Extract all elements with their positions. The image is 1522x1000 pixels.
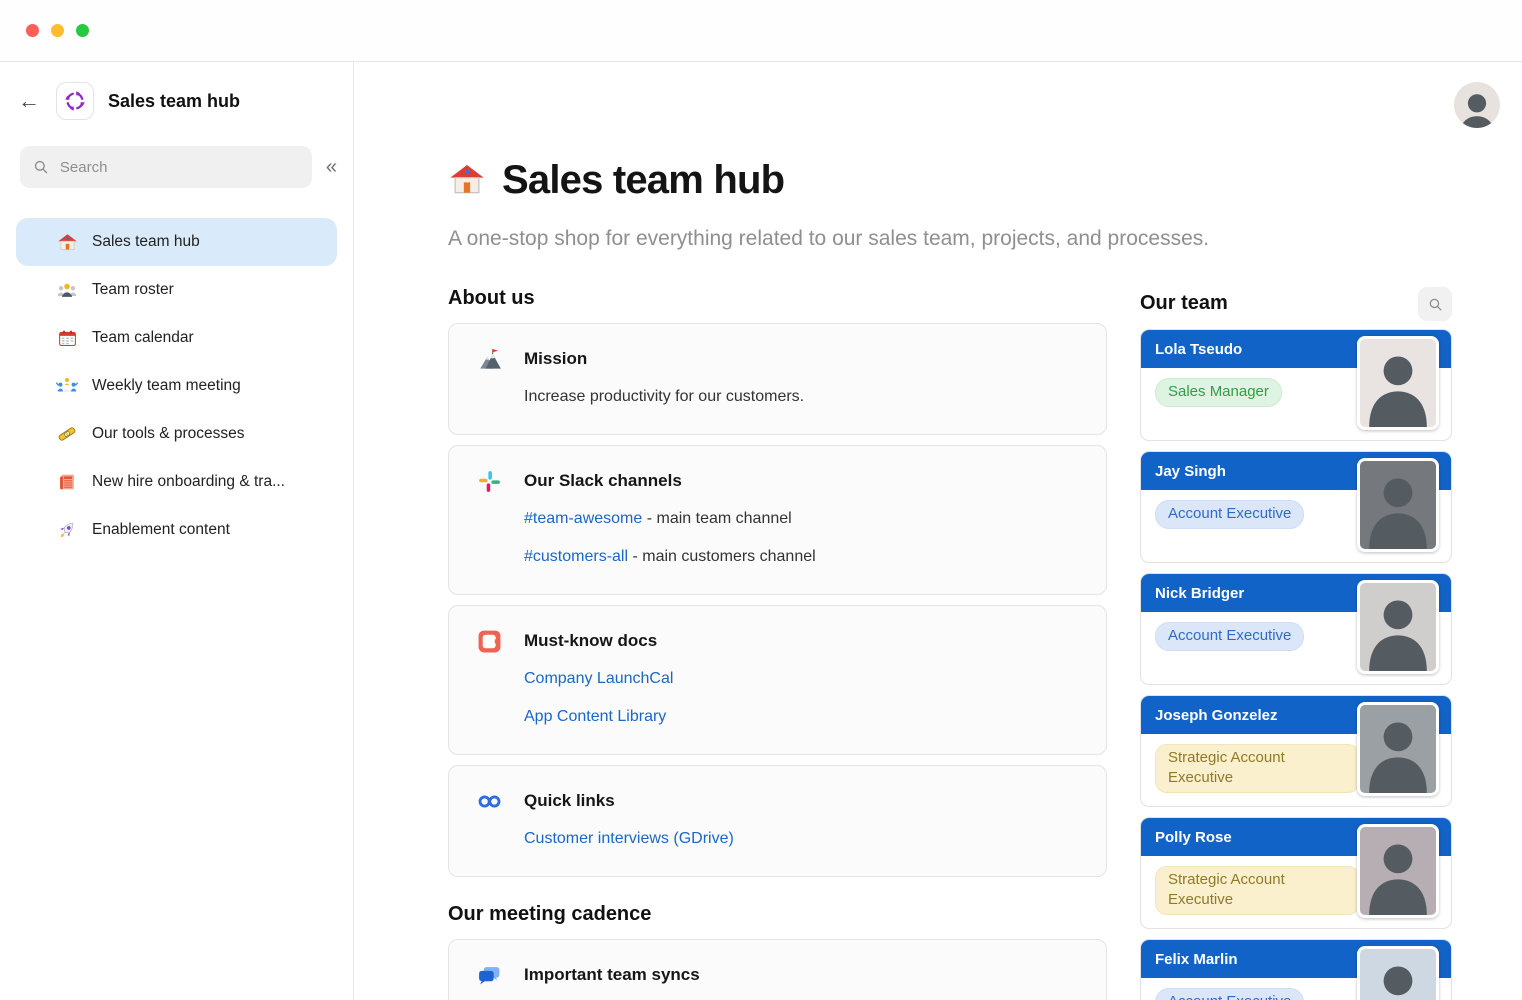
role-badge: Strategic Account Executive (1155, 744, 1360, 793)
app-window: ← Sales team hub « Sales team hub (0, 0, 1522, 1000)
back-icon[interactable]: ← (18, 88, 46, 114)
team-syncs-card: Important team syncs Weekly team meeting… (448, 939, 1107, 1000)
member-name: Nick Bridger (1155, 584, 1245, 602)
card-title: Mission (524, 349, 588, 368)
about-us-heading: About us (448, 287, 535, 309)
sidebar-item-weekly-team-meeting[interactable]: Weekly team meeting (16, 362, 337, 410)
role-badge: Account Executive (1155, 622, 1305, 651)
member-name: Joseph Gonzelez (1155, 706, 1278, 724)
window-titlebar (0, 0, 1522, 62)
member-photo (1357, 458, 1439, 552)
slack-channel-link[interactable]: #team-awesome (524, 510, 642, 527)
newspaper-icon (56, 471, 78, 493)
doc-title: Sales team hub (108, 90, 241, 111)
minimize-window-button[interactable] (51, 24, 64, 37)
slack-channel-link[interactable]: #customers-all (524, 548, 628, 565)
collapse-sidebar-icon[interactable]: « (326, 156, 337, 179)
role-badge: Strategic Account Executive (1155, 866, 1360, 915)
zoom-window-button[interactable] (76, 24, 89, 37)
search-icon (34, 160, 48, 174)
quick-link[interactable]: Customer interviews (GDrive) (524, 830, 734, 847)
meeting-cadence-heading: Our meeting cadence (448, 903, 652, 925)
doc-logo-icon (56, 82, 94, 120)
card-title: Quick links (524, 791, 615, 810)
card-title: Our Slack channels (524, 471, 682, 490)
slack-icon (477, 469, 503, 495)
sidebar-item-our-tools-processes[interactable]: Our tools & processes (16, 410, 337, 458)
search-icon (1429, 298, 1441, 310)
sidebar-item-sales-team-hub[interactable]: Sales team hub (16, 218, 337, 266)
user-avatar[interactable] (1454, 82, 1500, 128)
team-member-card[interactable]: Polly Rose Strategic Account Executive (1140, 817, 1452, 929)
member-name: Felix Marlin (1155, 950, 1238, 968)
sidebar-item-new-hire-onboarding[interactable]: New hire onboarding & tra... (16, 458, 337, 506)
sidebar-nav: Sales team hub Team roster Team calendar… (0, 204, 353, 554)
our-team-heading: Our team (1140, 292, 1228, 314)
role-badge: Sales Manager (1155, 378, 1282, 407)
card-title: Must-know docs (524, 631, 658, 650)
doc-link[interactable]: Company LaunchCal (524, 670, 673, 687)
close-window-button[interactable] (26, 24, 39, 37)
member-photo (1357, 824, 1439, 918)
role-badge: Account Executive (1155, 500, 1305, 529)
team-member-card[interactable]: Nick Bridger Account Executive (1140, 573, 1452, 685)
quick-links-icon (477, 789, 503, 815)
page-subtitle: A one-stop shop for everything related t… (448, 227, 1210, 250)
page-title: Sales team hub (502, 157, 785, 202)
mountain-flag-icon (477, 347, 503, 373)
team-search-button[interactable] (1418, 287, 1452, 321)
slack-channels-card: Our Slack channels #team-awesome - main … (448, 445, 1107, 595)
member-photo (1357, 702, 1439, 796)
member-name: Lola Tseudo (1155, 340, 1243, 358)
meeting-icon (56, 375, 78, 397)
calendar-icon (56, 327, 78, 349)
house-icon (448, 161, 486, 199)
quick-links-card: Quick links Customer interviews (GDrive) (448, 765, 1107, 877)
team-roster-icon (56, 279, 78, 301)
coda-doc-icon (477, 629, 503, 655)
member-photo (1357, 946, 1439, 1000)
member-name: Jay Singh (1155, 462, 1226, 480)
mission-card: Mission Increase productivity for our cu… (448, 323, 1107, 435)
channel-description: - main team channel (642, 510, 792, 527)
chat-bubbles-icon (477, 963, 503, 989)
team-member-card[interactable]: Jay Singh Account Executive (1140, 451, 1452, 563)
doc-link[interactable]: App Content Library (524, 708, 666, 725)
team-member-card[interactable]: Felix Marlin Account Executive (1140, 939, 1452, 1000)
card-title: Important team syncs (524, 965, 700, 984)
level-tool-icon (56, 423, 78, 445)
role-badge: Account Executive (1155, 988, 1305, 1000)
sidebar: ← Sales team hub « Sales team hub (0, 62, 354, 1000)
channel-description: - main customers channel (628, 548, 816, 565)
sidebar-item-team-roster[interactable]: Team roster (16, 266, 337, 314)
search-input[interactable] (59, 158, 300, 176)
rocket-icon (56, 519, 78, 541)
team-member-card[interactable]: Lola Tseudo Sales Manager (1140, 329, 1452, 441)
member-name: Polly Rose (1155, 828, 1232, 846)
team-panel: Our team Lola Tseudo Sales Manager Jay S… (1140, 287, 1452, 1000)
team-member-card[interactable]: Joseph Gonzelez Strategic Account Execut… (1140, 695, 1452, 807)
house-icon (56, 231, 78, 253)
sidebar-item-enablement-content[interactable]: Enablement content (16, 506, 337, 554)
sidebar-item-team-calendar[interactable]: Team calendar (16, 314, 337, 362)
member-photo (1357, 580, 1439, 674)
mission-text: Increase productivity for our customers. (524, 388, 805, 405)
main-content: Sales team hub A one-stop shop for every… (354, 62, 1522, 1000)
sidebar-search[interactable] (20, 146, 312, 188)
member-photo (1357, 336, 1439, 430)
must-know-docs-card: Must-know docs Company LaunchCal App Con… (448, 605, 1107, 755)
